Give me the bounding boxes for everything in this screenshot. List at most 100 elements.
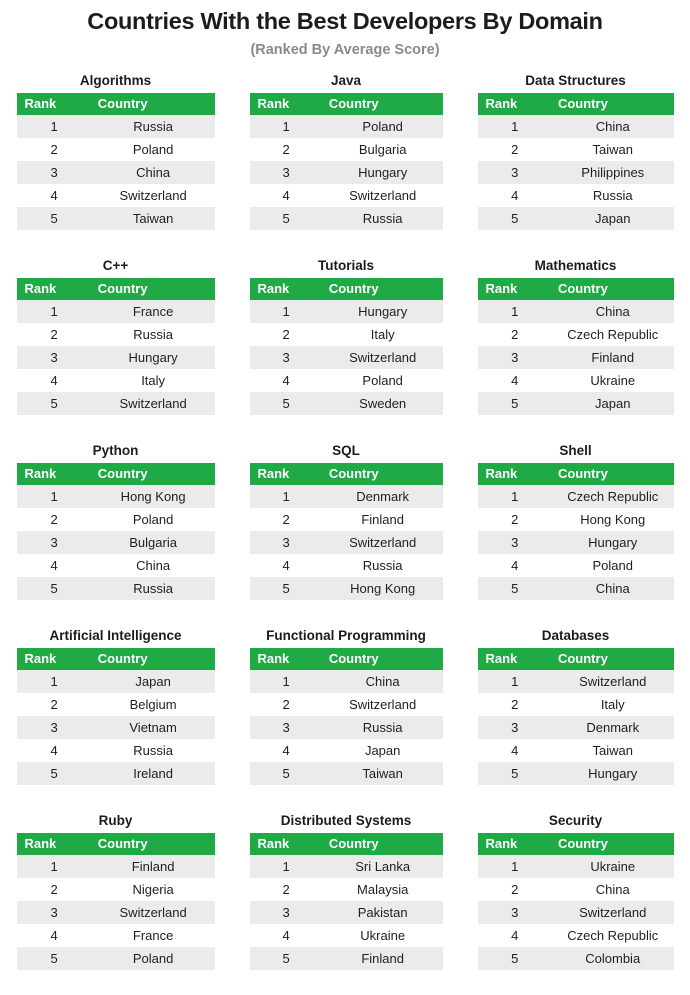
table-header-row: Rank Country bbox=[249, 648, 443, 670]
table-row: 3 Philippines bbox=[477, 161, 674, 184]
cell-rank: 5 bbox=[477, 392, 552, 415]
ranking-table: Rank Country 1 Switzerland 2 Italy 3 Denmark 4 Ta… bbox=[477, 648, 674, 785]
cell-rank: 3 bbox=[477, 531, 552, 554]
column-header-country[interactable]: Country bbox=[91, 648, 215, 670]
column-header-country[interactable]: Country bbox=[322, 648, 443, 670]
cell-rank: 1 bbox=[16, 300, 92, 323]
column-header-rank[interactable]: Rank bbox=[249, 278, 323, 300]
domain-title: Mathematics bbox=[534, 258, 617, 273]
table-row: 2 Czech Republic bbox=[477, 323, 674, 346]
cell-country: Czech Republic bbox=[551, 924, 674, 947]
cell-country: Taiwan bbox=[91, 207, 215, 230]
cell-country: China bbox=[551, 577, 674, 600]
domain-card: Functional Programming Rank Country 1 China 2… bbox=[249, 625, 443, 810]
table-row: 3 Switzerland bbox=[249, 346, 443, 369]
cell-country: Ireland bbox=[91, 762, 215, 785]
column-header-rank[interactable]: Rank bbox=[249, 833, 323, 855]
cell-country: Hungary bbox=[322, 300, 443, 323]
cell-rank: 5 bbox=[249, 207, 323, 230]
table-row: 3 Switzerland bbox=[477, 901, 674, 924]
table-row: 2 Hong Kong bbox=[477, 508, 674, 531]
cell-country: Russia bbox=[91, 115, 215, 138]
cell-country: Belgium bbox=[91, 693, 215, 716]
cell-rank: 2 bbox=[16, 508, 92, 531]
cell-country: Switzerland bbox=[91, 184, 215, 207]
cell-rank: 2 bbox=[477, 878, 552, 901]
ranking-table: Rank Country 1 China 2 Switzerland 3 Russia 4 Jap… bbox=[249, 648, 443, 785]
cell-country: Russia bbox=[322, 554, 443, 577]
column-header-country[interactable]: Country bbox=[551, 93, 674, 115]
cell-rank: 2 bbox=[16, 693, 92, 716]
ranking-table: Rank Country 1 Hong Kong 2 Poland 3 Bulgaria 4 Ch… bbox=[16, 463, 215, 600]
column-header-country[interactable]: Country bbox=[322, 463, 443, 485]
table-row: 1 Russia bbox=[16, 115, 215, 138]
cell-rank: 3 bbox=[16, 531, 92, 554]
table-row: 3 Pakistan bbox=[249, 901, 443, 924]
column-header-rank[interactable]: Rank bbox=[477, 833, 552, 855]
column-header-rank[interactable]: Rank bbox=[16, 648, 92, 670]
column-header-country[interactable]: Country bbox=[91, 93, 215, 115]
column-header-country[interactable]: Country bbox=[322, 93, 443, 115]
cell-rank: 4 bbox=[477, 369, 552, 392]
column-header-rank[interactable]: Rank bbox=[477, 278, 552, 300]
table-row: 4 Poland bbox=[477, 554, 674, 577]
cell-country: Poland bbox=[91, 947, 215, 970]
column-header-country[interactable]: Country bbox=[91, 278, 215, 300]
cell-country: Russia bbox=[91, 577, 215, 600]
table-row: 1 Sri Lanka bbox=[249, 855, 443, 878]
column-header-country[interactable]: Country bbox=[551, 463, 674, 485]
cell-country: Russia bbox=[91, 323, 215, 346]
column-header-country[interactable]: Country bbox=[91, 463, 215, 485]
ranking-table: Rank Country 1 Hungary 2 Italy 3 Switzerland 4 Po… bbox=[249, 278, 443, 415]
ranking-table: Rank Country 1 China 2 Taiwan 3 Philippines 4 Rus… bbox=[477, 93, 674, 230]
cell-country: China bbox=[322, 670, 443, 693]
cell-rank: 1 bbox=[249, 300, 323, 323]
cell-rank: 3 bbox=[249, 161, 323, 184]
column-header-rank[interactable]: Rank bbox=[477, 463, 552, 485]
cell-rank: 1 bbox=[16, 855, 92, 878]
column-header-rank[interactable]: Rank bbox=[249, 648, 323, 670]
table-row: 3 Bulgaria bbox=[16, 531, 215, 554]
domain-card: Security Rank Country 1 Ukraine 2 China 3 Switze… bbox=[477, 810, 674, 995]
column-header-rank[interactable]: Rank bbox=[477, 648, 552, 670]
column-header-rank[interactable]: Rank bbox=[16, 463, 92, 485]
cell-country: China bbox=[91, 161, 215, 184]
column-header-rank[interactable]: Rank bbox=[477, 93, 552, 115]
column-header-rank[interactable]: Rank bbox=[16, 278, 92, 300]
table-row: 5 Finland bbox=[249, 947, 443, 970]
cell-country: Poland bbox=[322, 115, 443, 138]
ranking-table: Rank Country 1 Czech Republic 2 Hong Kong 3 Hun… bbox=[477, 463, 674, 600]
table-row: 5 Sweden bbox=[249, 392, 443, 415]
cell-country: Denmark bbox=[551, 716, 674, 739]
cell-rank: 1 bbox=[16, 670, 92, 693]
cell-rank: 2 bbox=[249, 693, 323, 716]
column-header-rank[interactable]: Rank bbox=[249, 463, 323, 485]
column-header-country[interactable]: Country bbox=[322, 278, 443, 300]
table-row: 4 Russia bbox=[249, 554, 443, 577]
column-header-country[interactable]: Country bbox=[551, 833, 674, 855]
column-header-country[interactable]: Country bbox=[551, 648, 674, 670]
column-header-rank[interactable]: Rank bbox=[249, 93, 323, 115]
column-header-rank[interactable]: Rank bbox=[16, 93, 92, 115]
table-row: 1 Poland bbox=[249, 115, 443, 138]
column-header-country[interactable]: Country bbox=[551, 278, 674, 300]
cell-country: Switzerland bbox=[322, 346, 443, 369]
cell-rank: 3 bbox=[477, 161, 552, 184]
table-row: 4 Russia bbox=[477, 184, 674, 207]
cell-rank: 5 bbox=[477, 947, 552, 970]
table-row: 4 Italy bbox=[16, 369, 215, 392]
column-header-country[interactable]: Country bbox=[91, 833, 215, 855]
cell-country: China bbox=[551, 115, 674, 138]
domain-card: Java Rank Country 1 Poland 2 Bulgaria 3 Hungary 4… bbox=[249, 70, 443, 255]
table-header-row: Rank Country bbox=[16, 278, 215, 300]
column-header-country[interactable]: Country bbox=[322, 833, 443, 855]
column-header-rank[interactable]: Rank bbox=[16, 833, 92, 855]
table-row: 3 Hungary bbox=[249, 161, 443, 184]
cell-rank: 3 bbox=[16, 716, 92, 739]
cell-country: Hong Kong bbox=[91, 485, 215, 508]
ranking-table: Rank Country 1 Poland 2 Bulgaria 3 Hungary 4 Swit… bbox=[249, 93, 443, 230]
cell-country: Denmark bbox=[322, 485, 443, 508]
cell-rank: 2 bbox=[249, 508, 323, 531]
page-subtitle: (Ranked By Average Score) bbox=[250, 42, 440, 58]
cell-rank: 2 bbox=[477, 693, 552, 716]
